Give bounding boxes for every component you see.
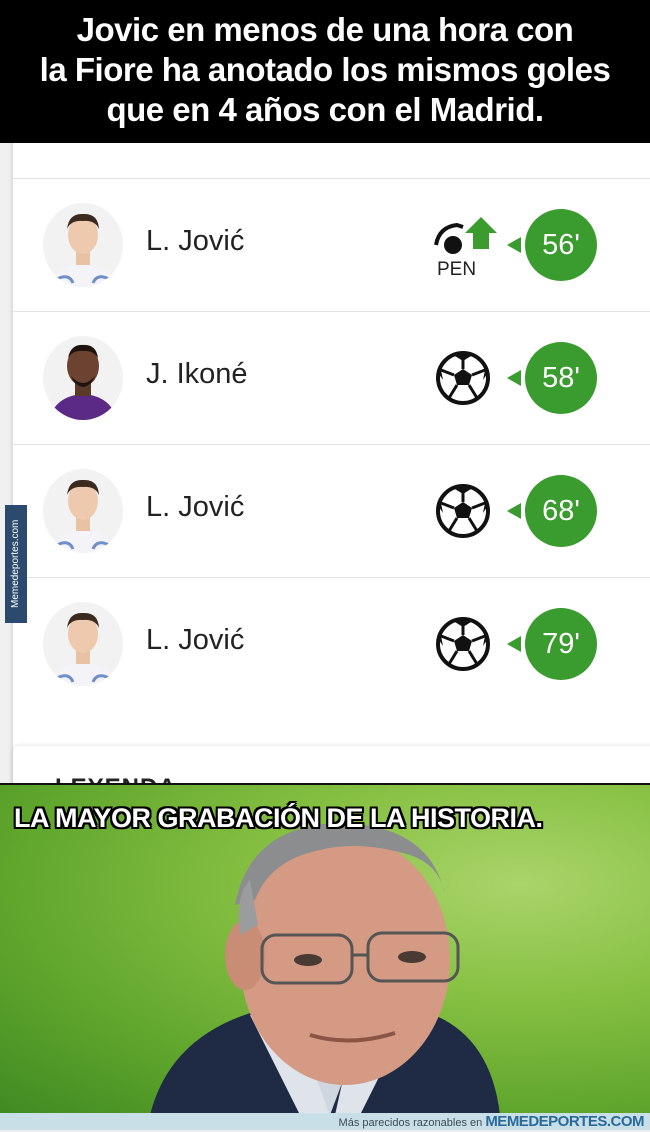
soccer-ball-icon (433, 348, 493, 408)
reaction-photo: LA MAYOR GRABACIÓN DE LA HISTORIA. (0, 783, 650, 1115)
footer-brand-link[interactable]: MEMEDEPORTES.COM (485, 1113, 644, 1130)
player-avatar (43, 469, 123, 553)
pointer-icon (507, 636, 521, 652)
man-portrait (150, 823, 500, 1115)
side-watermark: Memedeportes.com (5, 505, 27, 623)
pen-label: PEN (437, 259, 476, 279)
footer-bar: Más parecidos razonables en MEMEDEPORTES… (0, 1113, 650, 1130)
soccer-ball-icon (433, 614, 493, 674)
player-avatar (43, 336, 123, 420)
event-row[interactable]: L. Jović PEN 56' (13, 178, 650, 311)
footer-prefix: Más parecidos razonables en (338, 1117, 483, 1129)
minute-badge: 68' (525, 475, 597, 547)
pointer-icon (507, 503, 521, 519)
footer-text: Más parecidos razonables en MEMEDEPORTES… (338, 1113, 645, 1132)
event-row[interactable]: L. Jović 79' (13, 577, 650, 710)
photo-caption: LA MAYOR GRABACIÓN DE LA HISTORIA. (14, 803, 543, 833)
legend-title: LEYENDA (55, 774, 177, 783)
player-name: J. Ikoné (146, 358, 248, 390)
player-avatar (43, 203, 123, 287)
caption-line-2: la Fiore ha anotado los mismos goles (39, 51, 611, 88)
pointer-icon (507, 370, 521, 386)
player-avatar (43, 602, 123, 686)
pointer-icon (507, 237, 521, 253)
caption-line-3: que en 4 años con el Madrid. (106, 91, 544, 128)
soccer-ball-icon (433, 481, 493, 541)
minute-badge: 79' (525, 608, 597, 680)
minute-badge: 56' (525, 209, 597, 281)
match-events-screenshot: L. Jović PEN 56' J. Ikoné 58' L. Jović 6… (0, 143, 650, 783)
player-name: L. Jović (146, 225, 245, 257)
event-row[interactable]: J. Ikoné 58' (13, 311, 650, 444)
event-row[interactable]: L. Jović 68' (13, 444, 650, 577)
events-card: L. Jović PEN 56' J. Ikoné 58' L. Jović 6… (13, 143, 650, 783)
player-name: L. Jović (146, 491, 245, 523)
caption-line-1: Jovic en menos de una hora con (76, 11, 574, 48)
top-caption: Jovic en menos de una hora con la Fiore … (0, 0, 650, 143)
minute-badge: 58' (525, 342, 597, 414)
player-name: L. Jović (146, 624, 245, 656)
penalty-goal-icon: PEN (433, 215, 497, 280)
legend-card: LEYENDA (13, 746, 650, 783)
